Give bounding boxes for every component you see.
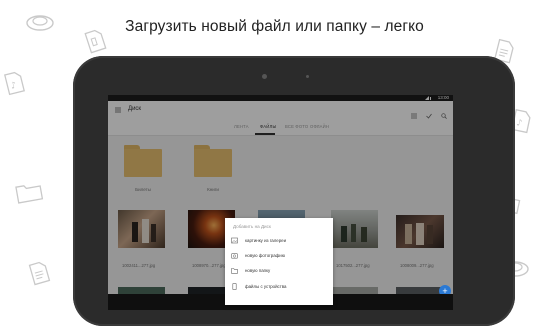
sheet-item-label: картинку из галереи	[245, 238, 287, 243]
gallery-icon	[231, 237, 238, 244]
sheet-item-label: новую папку	[245, 268, 271, 273]
music-file-icon: ♪	[3, 70, 26, 96]
sheet-title: Добавить на Диск	[233, 224, 271, 229]
svg-text:♪: ♪	[515, 118, 523, 129]
folder-outline-icon	[14, 180, 44, 204]
device-icon	[232, 283, 237, 290]
sheet-item-label: новую фотографию	[245, 253, 286, 258]
cloud-outline-icon	[25, 10, 55, 32]
front-camera	[262, 74, 267, 79]
add-device-files-item[interactable]: файлы с устройства	[225, 280, 333, 294]
add-new-folder-item[interactable]: новую папку	[225, 264, 333, 278]
light-sensor	[306, 75, 309, 78]
add-to-disk-sheet: Добавить на Диск картинку из галереи нов…	[225, 218, 333, 305]
folder-icon	[231, 268, 238, 274]
add-new-photo-item[interactable]: новую фотографию	[225, 249, 333, 263]
camera-icon	[231, 253, 238, 259]
svg-text:♪: ♪	[10, 81, 18, 92]
text-file-icon	[27, 260, 51, 286]
sheet-item-label: файлы с устройства	[245, 284, 287, 289]
add-from-gallery-item[interactable]: картинку из галереи	[225, 234, 333, 248]
